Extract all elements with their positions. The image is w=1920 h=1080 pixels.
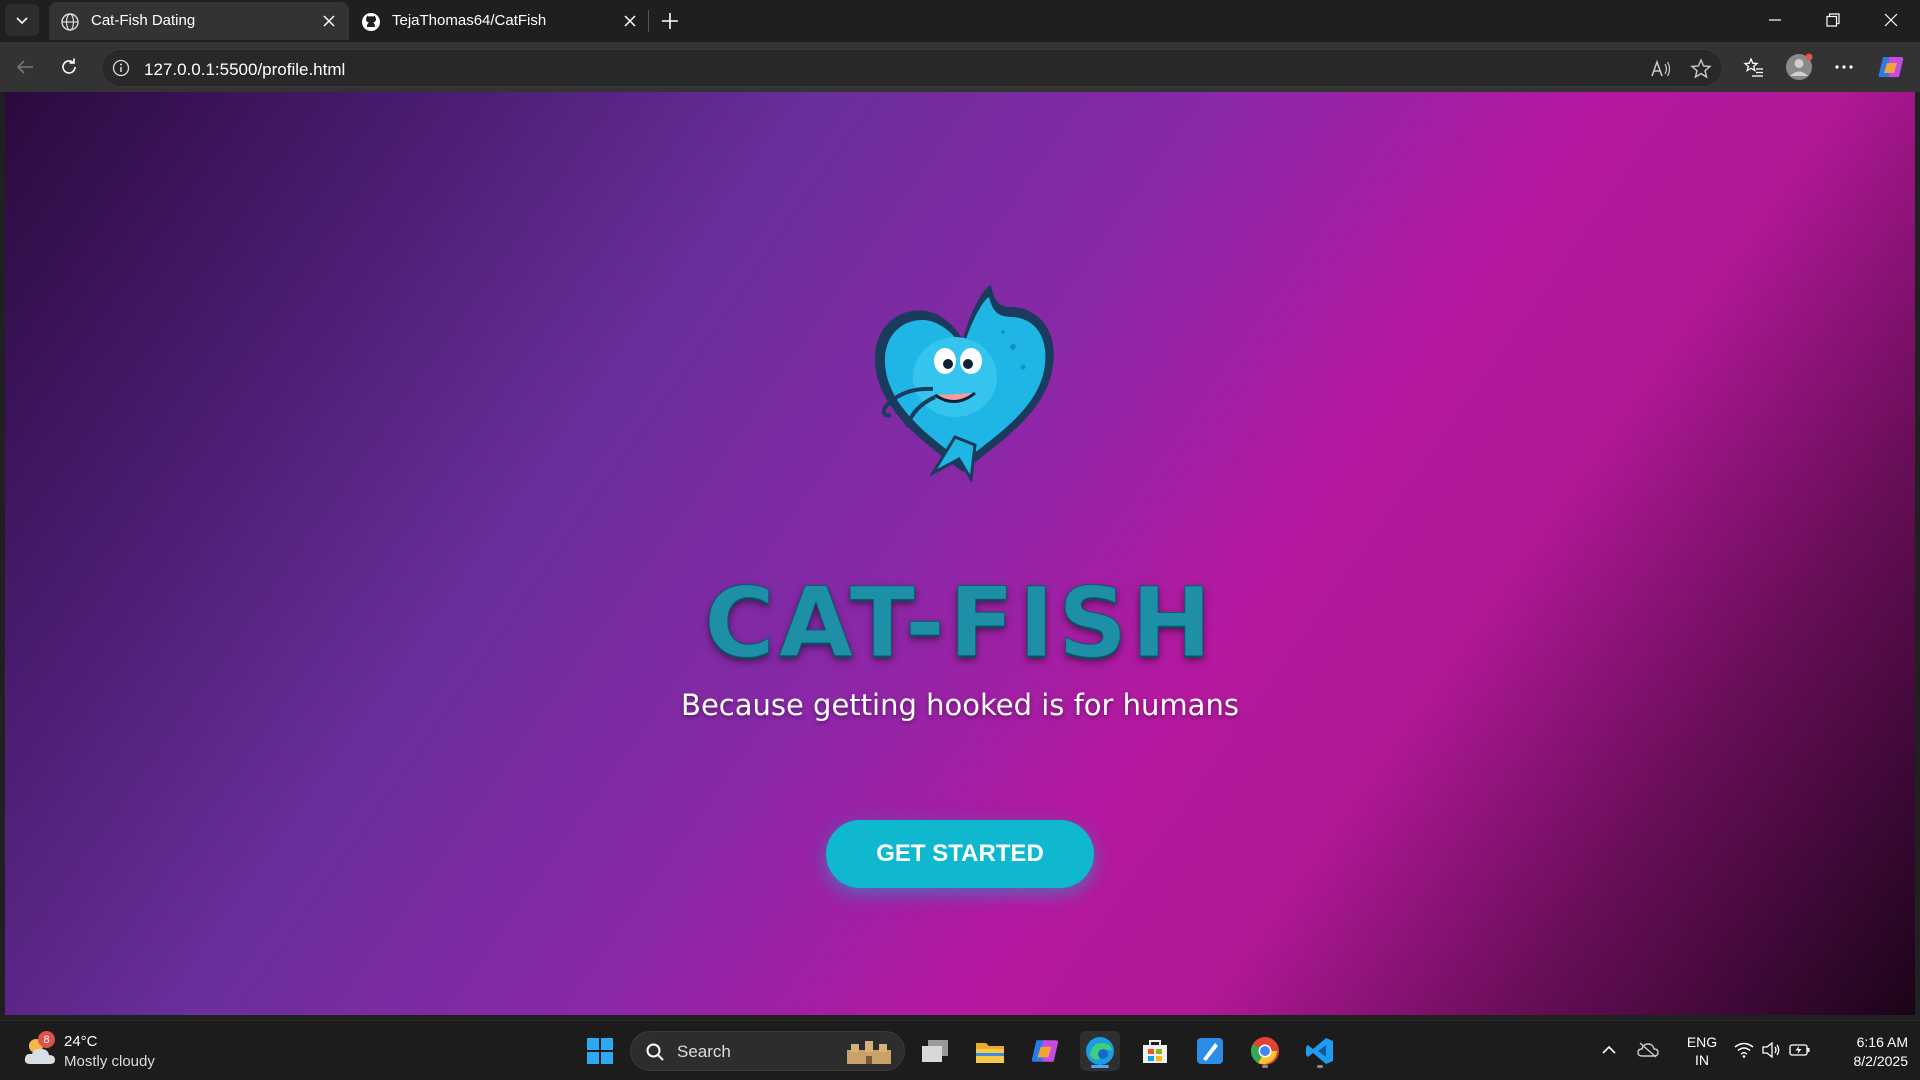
tab-separator [648, 10, 649, 32]
minimize-icon [1769, 19, 1781, 21]
drawing-app-button[interactable] [1190, 1031, 1230, 1071]
tab-cat-fish-dating[interactable]: Cat-Fish Dating [49, 2, 349, 40]
tab-close-button[interactable] [319, 11, 339, 31]
onedrive-tray-button[interactable] [1637, 1039, 1659, 1061]
search-highlight-castle-icon [847, 1041, 891, 1064]
edge-icon [1086, 1037, 1114, 1065]
close-icon [323, 15, 335, 27]
copilot-button[interactable] [1874, 51, 1908, 83]
profile-button[interactable] [1782, 51, 1816, 83]
brand-title: CAT-FISH [704, 567, 1216, 680]
system-clock[interactable]: 6:16 AM 8/2/2025 [1828, 1033, 1909, 1071]
tagline: Because getting hooked is for humans [681, 688, 1239, 722]
weather-description: Mostly cloudy [64, 1053, 155, 1070]
page-viewport: CAT-FISH Because getting hooked is for h… [5, 92, 1915, 1015]
favorite-star-button[interactable] [1689, 57, 1713, 81]
chevron-down-icon [16, 17, 28, 25]
back-button[interactable] [8, 51, 42, 83]
tab-title: Cat-Fish Dating [91, 12, 196, 29]
close-icon [624, 15, 636, 27]
microsoft-store-button[interactable] [1135, 1031, 1175, 1071]
clock-time: 6:16 AM [1856, 1034, 1908, 1050]
close-window-button[interactable] [1862, 0, 1920, 40]
address-url[interactable]: 127.0.0.1:5500/profile.html [144, 60, 345, 80]
store-icon [1143, 1040, 1167, 1063]
volume-tray-button[interactable] [1760, 1039, 1782, 1061]
edge-browser-button[interactable] [1080, 1031, 1120, 1071]
close-icon [1884, 13, 1898, 27]
taskbar-search[interactable]: Search [630, 1031, 905, 1071]
site-info-icon[interactable] [112, 59, 130, 77]
chevron-up-icon [1602, 1045, 1616, 1054]
catfish-logo-icon [874, 285, 1054, 482]
start-button[interactable] [580, 1031, 620, 1071]
tab-title: TejaThomas64/CatFish [392, 12, 547, 29]
folder-icon [976, 1043, 1004, 1063]
more-dots-icon [1835, 65, 1853, 69]
favorites-list-icon [1743, 57, 1763, 77]
favorites-button[interactable] [1737, 51, 1771, 83]
read-aloud-button[interactable] [1649, 57, 1673, 81]
plus-icon [662, 13, 678, 29]
cloud-offline-icon [1637, 1042, 1659, 1058]
battery-charging-icon [1789, 1044, 1810, 1056]
tab-strip: Cat-Fish Dating TejaThomas64/CatFish [0, 0, 1920, 42]
task-view-icon [922, 1040, 948, 1062]
clock-date: 8/2/2025 [1853, 1053, 1909, 1069]
copilot-icon [1031, 1040, 1059, 1062]
language-code: ENG [1686, 1034, 1718, 1050]
running-app-indicator [1317, 1065, 1323, 1068]
running-app-indicator [1262, 1065, 1268, 1068]
input-language-indicator[interactable]: ENG IN [1682, 1033, 1722, 1069]
back-arrow-icon [16, 60, 33, 74]
weather-alert-badge: 8 [38, 1031, 55, 1048]
vscode-icon [1306, 1038, 1333, 1064]
star-icon [1690, 58, 1712, 79]
battery-tray-button[interactable] [1789, 1039, 1811, 1061]
tab-close-button[interactable] [620, 11, 640, 31]
refresh-button[interactable] [52, 51, 86, 83]
github-icon [362, 13, 380, 31]
address-bar[interactable]: 127.0.0.1:5500/profile.html [101, 49, 1723, 87]
task-view-button[interactable] [915, 1031, 955, 1071]
tab-github-catfish[interactable]: TejaThomas64/CatFish [350, 2, 650, 40]
globe-icon [61, 13, 79, 31]
windows-logo-icon [587, 1038, 613, 1064]
restore-button[interactable] [1804, 0, 1862, 40]
get-started-button[interactable]: GET STARTED [826, 820, 1094, 888]
region-code: IN [1695, 1052, 1709, 1068]
tab-actions-menu-button[interactable] [5, 4, 39, 36]
pen-app-icon [1197, 1038, 1223, 1064]
wifi-icon [1734, 1042, 1754, 1058]
copilot-icon [1878, 57, 1904, 77]
avatar-icon [1786, 53, 1813, 80]
chrome-button[interactable] [1245, 1031, 1285, 1071]
show-hidden-icons-button[interactable] [1598, 1039, 1620, 1061]
vscode-button[interactable] [1300, 1031, 1340, 1071]
restore-icon [1826, 13, 1840, 27]
speaker-icon [1762, 1042, 1780, 1058]
search-icon [646, 1043, 664, 1061]
search-label: Search [677, 1042, 731, 1061]
refresh-icon [62, 58, 76, 74]
new-tab-button[interactable] [655, 6, 685, 36]
settings-more-button[interactable] [1827, 51, 1861, 83]
file-explorer-button[interactable] [970, 1031, 1010, 1071]
read-aloud-icon [1651, 59, 1671, 77]
active-app-indicator [1091, 1065, 1109, 1068]
windows-taskbar: 8 24°C Mostly cloudy Search ENG IN 6:16 … [0, 1020, 1920, 1080]
copilot-app-button[interactable] [1025, 1031, 1065, 1071]
weather-temperature: 24°C [64, 1033, 98, 1050]
browser-toolbar: 127.0.0.1:5500/profile.html [0, 42, 1920, 92]
minimize-button[interactable] [1746, 0, 1804, 40]
chrome-icon [1251, 1037, 1279, 1065]
wifi-tray-button[interactable] [1733, 1039, 1755, 1061]
